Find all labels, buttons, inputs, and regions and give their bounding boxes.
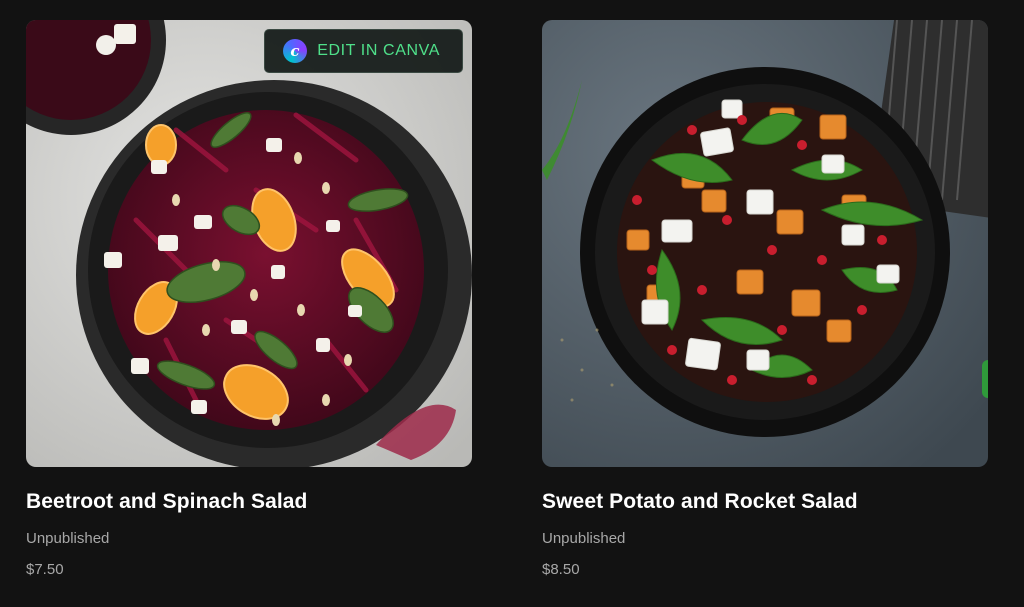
product-title[interactable]: Sweet Potato and Rocket Salad	[542, 490, 988, 514]
product-image[interactable]: c EDIT IN CANVA	[26, 20, 472, 467]
product-price: $8.50	[542, 561, 580, 578]
product-title[interactable]: Beetroot and Spinach Salad	[26, 490, 472, 514]
beetroot-salad-photo	[26, 20, 472, 467]
product-price: $7.50	[26, 561, 64, 578]
product-status: Unpublished	[26, 530, 110, 547]
product-status: Unpublished	[542, 530, 626, 547]
offscreen-card-edge	[982, 360, 988, 398]
product-card: c EDIT IN CANVA Beetroot and Spinach Sal…	[26, 20, 472, 578]
edit-in-canva-button[interactable]: c EDIT IN CANVA	[264, 29, 463, 73]
edit-in-canva-label: EDIT IN CANVA	[317, 42, 440, 59]
product-card: Sweet Potato and Rocket Salad Unpublishe…	[542, 20, 988, 578]
product-image[interactable]	[542, 20, 988, 467]
canva-logo-icon: c	[283, 39, 308, 63]
sweet-potato-salad-photo	[542, 20, 988, 467]
product-grid: c EDIT IN CANVA Beetroot and Spinach Sal…	[0, 0, 1024, 607]
